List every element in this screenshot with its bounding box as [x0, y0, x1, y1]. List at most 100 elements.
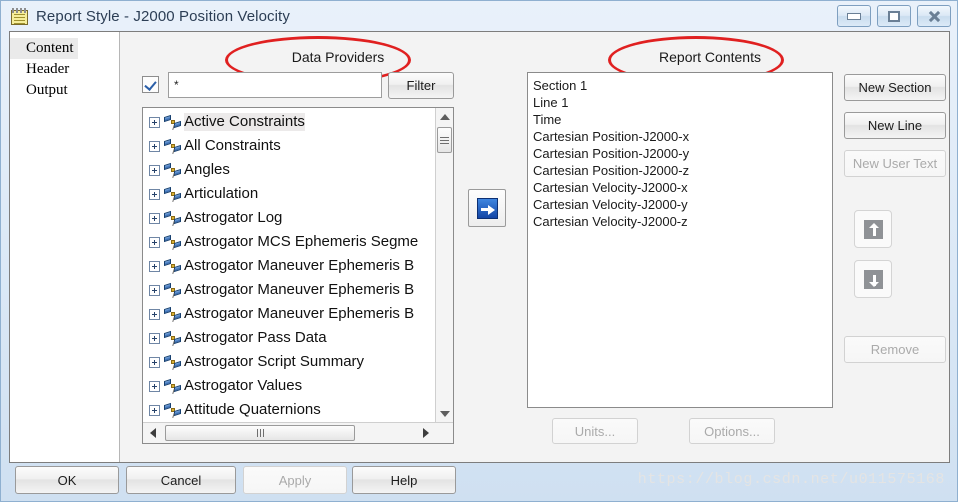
tree-item-label: Articulation [184, 185, 259, 202]
tree-item-label: Astrogator Maneuver Ephemeris B [184, 305, 415, 322]
title-bar: Report Style - J2000 Position Velocity [1, 1, 958, 32]
tree-item-label: All Constraints [184, 137, 281, 154]
tree-item[interactable]: Astrogator Maneuver Ephemeris B [143, 278, 435, 302]
satellite-icon [164, 306, 181, 322]
list-item[interactable]: Line 1 [533, 94, 832, 111]
list-item[interactable]: Cartesian Velocity-J2000-x [533, 179, 832, 196]
vertical-scroll-thumb[interactable] [437, 127, 452, 153]
tree-item[interactable]: Astrogator Pass Data [143, 326, 435, 350]
tree-item[interactable]: Astrogator Values [143, 374, 435, 398]
grip-icon [440, 136, 449, 144]
tree-item[interactable]: Attitude Quaternions [143, 398, 435, 422]
satellite-icon [164, 114, 181, 130]
list-item[interactable]: Time [533, 111, 832, 128]
tree-item[interactable]: All Constraints [143, 134, 435, 158]
chevron-up-icon [439, 113, 450, 120]
move-down-button[interactable] [854, 260, 892, 298]
scroll-left-button[interactable] [144, 424, 161, 441]
satellite-icon [164, 234, 181, 250]
tree-item[interactable]: Astrogator Maneuver Ephemeris B [143, 302, 435, 326]
add-to-report-button[interactable] [468, 189, 506, 227]
tree-item[interactable]: Astrogator Maneuver Ephemeris B [143, 254, 435, 278]
satellite-icon [164, 138, 181, 154]
plus-expander-icon[interactable] [149, 356, 160, 368]
satellite-icon [164, 378, 181, 394]
report-contents-list[interactable]: Section 1 Line 1 Time Cartesian Position… [527, 72, 833, 408]
filter-input[interactable] [168, 72, 382, 98]
tree-item[interactable]: Astrogator MCS Ephemeris Segme [143, 230, 435, 254]
window-title: Report Style - J2000 Position Velocity [36, 8, 290, 25]
units-button[interactable]: Units... [552, 418, 638, 444]
list-item[interactable]: Cartesian Position-J2000-y [533, 145, 832, 162]
minimize-icon [847, 12, 861, 20]
tree-item-label: Astrogator Log [184, 209, 283, 226]
tree-item-label: Astrogator Maneuver Ephemeris B [184, 257, 415, 274]
content-pane: Data Providers Filter Active Constraints [120, 32, 949, 462]
tree-item-label: Astrogator Script Summary [184, 353, 365, 370]
tree-item[interactable]: Astrogator Log [143, 206, 435, 230]
data-providers-tree[interactable]: Active Constraints All Constraints Angle… [142, 107, 454, 444]
filter-button[interactable]: Filter [388, 72, 454, 99]
plus-expander-icon[interactable] [149, 260, 160, 272]
sidebar-item-header[interactable]: Header [10, 59, 73, 80]
plus-expander-icon[interactable] [149, 284, 160, 296]
plus-expander-icon[interactable] [149, 404, 160, 416]
plus-expander-icon[interactable] [149, 212, 160, 224]
apply-button[interactable]: Apply [243, 466, 347, 494]
options-button[interactable]: Options... [689, 418, 775, 444]
new-user-text-button[interactable]: New User Text [844, 150, 946, 177]
horizontal-scroll-thumb[interactable] [165, 425, 355, 441]
list-item[interactable]: Cartesian Velocity-J2000-z [533, 213, 832, 230]
tree-item[interactable]: Angles [143, 158, 435, 182]
list-item[interactable]: Section 1 [533, 77, 832, 94]
chevron-left-icon [149, 427, 156, 438]
scroll-up-button[interactable] [436, 108, 453, 125]
satellite-icon [164, 162, 181, 178]
category-nav-list: Content Header Output [10, 32, 120, 462]
new-line-button[interactable]: New Line [844, 112, 946, 139]
tree-item-label: Astrogator MCS Ephemeris Segme [184, 233, 419, 250]
list-item[interactable]: Cartesian Position-J2000-x [533, 128, 832, 145]
list-item[interactable]: Cartesian Position-J2000-z [533, 162, 832, 179]
plus-expander-icon[interactable] [149, 308, 160, 320]
plus-expander-icon[interactable] [149, 380, 160, 392]
plus-expander-icon[interactable] [149, 140, 160, 152]
plus-expander-icon[interactable] [149, 188, 160, 200]
sidebar-item-content[interactable]: Content [10, 38, 78, 59]
tree-item-label: Active Constraints [184, 113, 305, 131]
watermark-text: https://blog.csdn.net/u011575168 [637, 471, 945, 488]
tree-item-label: Attitude Quaternions [184, 401, 321, 418]
arrow-up-icon [863, 219, 883, 239]
tree-item[interactable]: Articulation [143, 182, 435, 206]
tree-vertical-scrollbar[interactable] [435, 108, 453, 422]
satellite-icon [164, 354, 181, 370]
scroll-right-button[interactable] [417, 424, 434, 441]
close-button[interactable] [917, 5, 951, 27]
plus-expander-icon[interactable] [149, 164, 160, 176]
help-button[interactable]: Help [352, 466, 456, 494]
tree-item[interactable]: Astrogator Script Summary [143, 350, 435, 374]
tree-horizontal-scrollbar[interactable] [143, 422, 453, 443]
cancel-button[interactable]: Cancel [126, 466, 236, 494]
maximize-button[interactable] [877, 5, 911, 27]
tree-item[interactable]: Active Constraints [143, 110, 435, 134]
move-up-button[interactable] [854, 210, 892, 248]
report-style-dialog: Report Style - J2000 Position Velocity C… [0, 0, 958, 502]
satellite-icon [164, 210, 181, 226]
filter-enable-checkbox[interactable] [142, 76, 159, 93]
plus-expander-icon[interactable] [149, 332, 160, 344]
grip-icon [256, 429, 264, 437]
satellite-icon [164, 330, 181, 346]
new-section-button[interactable]: New Section [844, 74, 946, 101]
satellite-icon [164, 402, 181, 418]
minimize-button[interactable] [837, 5, 871, 27]
remove-button[interactable]: Remove [844, 336, 946, 363]
list-item[interactable]: Cartesian Velocity-J2000-y [533, 196, 832, 213]
ok-button[interactable]: OK [15, 466, 119, 494]
plus-expander-icon[interactable] [149, 116, 160, 128]
chevron-down-icon [439, 410, 450, 417]
data-providers-caption: Data Providers [291, 49, 385, 65]
sidebar-item-output[interactable]: Output [10, 80, 72, 101]
plus-expander-icon[interactable] [149, 236, 160, 248]
scroll-down-button[interactable] [436, 405, 453, 422]
